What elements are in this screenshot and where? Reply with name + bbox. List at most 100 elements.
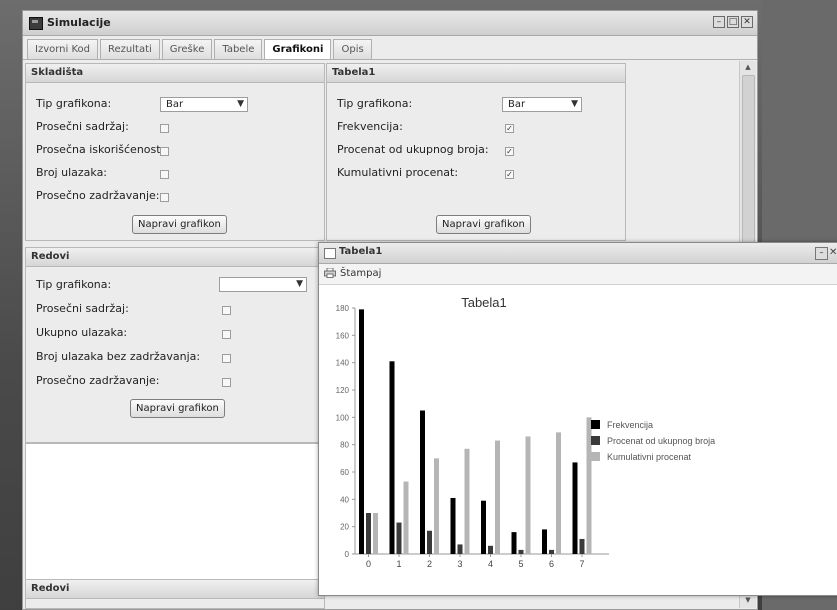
x-tick-label: 2 bbox=[427, 559, 432, 569]
bar bbox=[572, 462, 578, 554]
y-tick-label: 160 bbox=[336, 331, 350, 340]
window-icon bbox=[324, 248, 336, 259]
option-label: Prosečni sadržaj: bbox=[36, 302, 129, 315]
option-checkbox[interactable] bbox=[222, 378, 231, 387]
y-tick-label: 120 bbox=[336, 386, 350, 395]
create-chart-button[interactable]: Napravi grafikon bbox=[132, 215, 227, 234]
bar bbox=[373, 513, 378, 554]
tab-greske[interactable]: Greške bbox=[161, 39, 213, 59]
option-label: Ukupno ulazaka: bbox=[36, 326, 128, 339]
option-checkbox[interactable] bbox=[160, 193, 169, 202]
x-tick-label: 7 bbox=[579, 559, 584, 569]
bar bbox=[481, 500, 486, 554]
bar bbox=[586, 417, 592, 554]
panel-title: Redovi bbox=[26, 580, 324, 599]
printer-icon[interactable] bbox=[324, 268, 336, 278]
option-checkbox[interactable] bbox=[222, 306, 231, 315]
option-checkbox[interactable] bbox=[222, 330, 231, 339]
x-tick-label: 5 bbox=[518, 559, 523, 569]
window-title: Simulacije bbox=[47, 16, 111, 29]
option-checkbox[interactable] bbox=[160, 124, 169, 133]
option-checkbox[interactable]: ✓ bbox=[505, 147, 514, 156]
y-tick-label: 40 bbox=[340, 495, 349, 504]
bar bbox=[420, 410, 425, 554]
minimize-icon[interactable]: – bbox=[713, 16, 725, 28]
panel-title: Redovi bbox=[26, 248, 324, 267]
scroll-thumb[interactable] bbox=[742, 75, 755, 257]
option-label: Broj ulazaka bez zadržavanja: bbox=[36, 350, 201, 363]
bar bbox=[427, 530, 432, 554]
option-label: Broj ulazaka: bbox=[36, 166, 108, 179]
bar-chart: Tabela1 0 20 40 60 80 100 120 140 160 180 0 1 2 3 4 5 6 7 F… bbox=[336, 295, 715, 569]
tab-izvorni-kod[interactable]: Izvorni Kod bbox=[27, 39, 98, 59]
window-titlebar[interactable]: Simulacije – □ ✕ bbox=[23, 11, 757, 36]
tab-bar: Izvorni Kod Rezultati Greške Tabele Graf… bbox=[27, 39, 372, 59]
y-tick-label: 180 bbox=[336, 304, 350, 313]
panel-redovi-2: Redovi bbox=[25, 579, 325, 609]
bar bbox=[457, 544, 463, 554]
chart-type-value: Bar bbox=[508, 99, 526, 110]
legend-swatch bbox=[591, 436, 600, 445]
option-checkbox[interactable] bbox=[222, 354, 231, 363]
bar bbox=[511, 532, 517, 554]
x-tick-label: 3 bbox=[457, 559, 462, 569]
legend-swatch bbox=[591, 420, 600, 429]
chevron-down-icon: ▼ bbox=[571, 99, 578, 109]
bar bbox=[389, 361, 395, 554]
bar bbox=[525, 436, 531, 554]
close-icon[interactable]: ✕ bbox=[829, 247, 837, 258]
chart-window-titlebar[interactable]: Tabela1 – ✕ bbox=[319, 243, 837, 264]
bar bbox=[488, 545, 493, 554]
y-tick-label: 0 bbox=[345, 550, 350, 559]
tab-rezultati[interactable]: Rezultati bbox=[100, 39, 160, 59]
chart-type-label: Tip grafikona: bbox=[36, 278, 112, 291]
x-tick-label: 4 bbox=[488, 559, 493, 569]
option-label: Prosečno zadržavanje: bbox=[36, 374, 160, 387]
panel-title: Tabela1 bbox=[327, 64, 625, 83]
option-label: Prosečno zadržavanje: bbox=[36, 189, 160, 202]
tab-divider bbox=[23, 59, 757, 60]
option-label: Prosečni sadržaj: bbox=[36, 120, 129, 133]
bar bbox=[434, 458, 439, 554]
y-tick-label: 80 bbox=[340, 441, 349, 450]
tab-opis[interactable]: Opis bbox=[333, 39, 372, 59]
legend-label: Frekvencija bbox=[607, 420, 653, 430]
tab-grafikoni[interactable]: Grafikoni bbox=[264, 39, 332, 59]
create-chart-button[interactable]: Napravi grafikon bbox=[130, 399, 225, 418]
bar bbox=[518, 549, 524, 554]
chart-type-select[interactable]: Bar ▼ bbox=[502, 97, 582, 112]
option-label: Prosečna iskorišćenost: bbox=[36, 143, 165, 156]
option-checkbox[interactable] bbox=[160, 170, 169, 179]
chart-window: Tabela1 – ✕ Štampaj Tabela1 0 20 40 60 80 100 1… bbox=[318, 242, 837, 596]
y-tick-label: 140 bbox=[336, 359, 350, 368]
bar bbox=[464, 448, 470, 554]
x-tick-label: 0 bbox=[366, 559, 371, 569]
app-icon bbox=[29, 17, 43, 30]
legend-label: Kumulativni procenat bbox=[607, 452, 692, 462]
legend-label: Procenat od ukupnog broja bbox=[607, 436, 715, 446]
scroll-up-icon[interactable]: ▲ bbox=[743, 63, 753, 73]
bar bbox=[549, 549, 554, 554]
panel-redovi: Redovi Tip grafikona: ▼ Prosečni sadržaj… bbox=[25, 247, 325, 443]
chart-type-select[interactable]: ▼ bbox=[219, 277, 307, 292]
create-chart-button[interactable]: Napravi grafikon bbox=[436, 215, 531, 234]
bar bbox=[450, 497, 456, 554]
chart-type-select[interactable]: Bar ▼ bbox=[160, 97, 248, 112]
minimize-icon[interactable]: – bbox=[815, 247, 828, 260]
scroll-down-icon[interactable]: ▼ bbox=[743, 596, 753, 606]
option-checkbox[interactable]: ✓ bbox=[505, 170, 514, 179]
legend-swatch bbox=[591, 452, 600, 461]
chevron-down-icon: ▼ bbox=[296, 279, 303, 289]
tab-tabele[interactable]: Tabele bbox=[214, 39, 263, 59]
panel-title: Skladišta bbox=[26, 64, 324, 83]
close-icon[interactable]: ✕ bbox=[741, 16, 753, 28]
option-checkbox[interactable] bbox=[160, 147, 169, 156]
chart-type-label: Tip grafikona: bbox=[36, 97, 112, 110]
option-checkbox[interactable]: ✓ bbox=[505, 124, 514, 133]
bar bbox=[495, 440, 500, 554]
maximize-icon[interactable]: □ bbox=[727, 16, 739, 28]
option-label: Kumulativni procenat: bbox=[337, 166, 459, 179]
y-tick-label: 20 bbox=[340, 523, 349, 532]
chart-type-label: Tip grafikona: bbox=[337, 97, 413, 110]
print-button[interactable]: Štampaj bbox=[340, 268, 381, 279]
